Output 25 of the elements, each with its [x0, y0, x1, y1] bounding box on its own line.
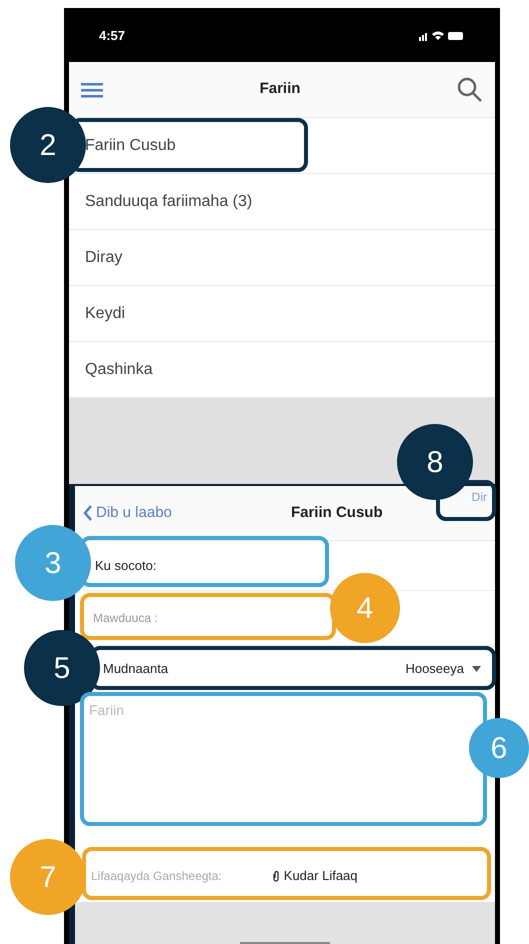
callout-badge: 6	[469, 718, 529, 778]
search-icon[interactable]	[457, 76, 483, 102]
menu-icon[interactable]	[81, 82, 103, 98]
menu-item[interactable]: Sanduuqa fariimaha (3)	[85, 190, 252, 214]
to-label: Ku socoto:	[95, 556, 156, 575]
menu-item[interactable]: Fariin Cusub	[85, 134, 176, 158]
priority-value: Hooseeya	[405, 660, 464, 678]
nav-title: Fariin	[260, 79, 300, 100]
priority-label: Mudnaanta	[103, 660, 168, 678]
callout-badge: 5	[24, 630, 100, 706]
menu-item[interactable]: Qashinka	[85, 358, 153, 382]
paperclip-icon	[272, 870, 280, 882]
add-attachment-button[interactable]: Kudar Lifaaq	[272, 866, 358, 886]
dropdown-icon	[472, 666, 481, 672]
status-icons	[419, 30, 465, 42]
status-time: 4:57	[99, 27, 126, 46]
callout-badge: 2	[10, 107, 86, 183]
compose-title: Fariin Cusub	[290, 502, 383, 523]
subject-field[interactable]: Mawduuca :	[93, 609, 313, 627]
menu-item[interactable]: Diray	[85, 246, 122, 270]
menu-item[interactable]: Keydi	[85, 302, 126, 326]
attachments-label: Lifaaqayda Gansheegta:	[91, 868, 222, 885]
back-button[interactable]: Dib u laabo	[83, 502, 172, 524]
chevron-left-icon	[83, 505, 93, 521]
callout-badge: 3	[15, 525, 91, 601]
